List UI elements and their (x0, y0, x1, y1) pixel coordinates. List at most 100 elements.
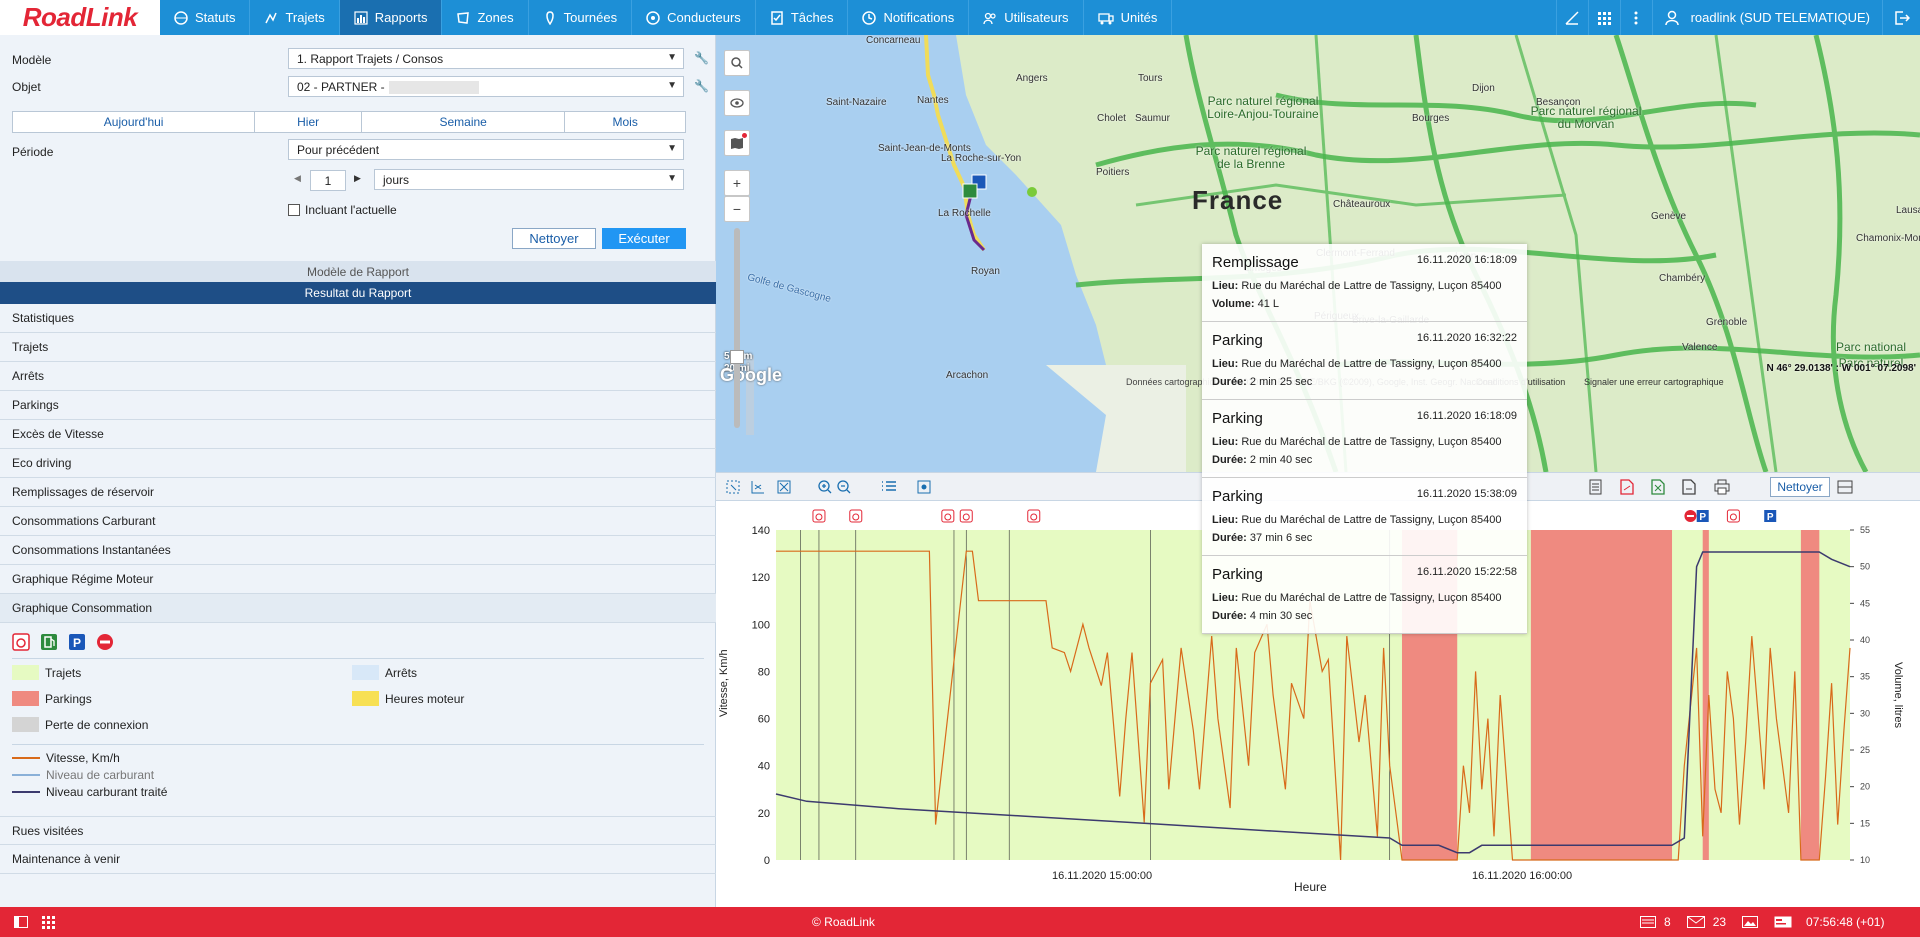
report-item[interactable]: Statistiques (0, 304, 716, 333)
tab-unites[interactable]: Unités (1084, 0, 1173, 35)
tab-conducteurs[interactable]: Conducteurs (632, 0, 756, 35)
y-tick-label: 120 (752, 572, 770, 584)
section-result[interactable]: Resultat du Rapport (0, 282, 716, 304)
y-tick-label: 60 (758, 714, 770, 726)
sidebar-toggle-icon[interactable] (14, 916, 28, 928)
popup-entry[interactable]: Parking 16.11.2020 16:32:22 Lieu: Rue du M… (1202, 322, 1527, 400)
report-item[interactable]: Arrêts (0, 362, 716, 391)
periode-select[interactable]: Pour précédent ▼ (288, 139, 684, 160)
map-report-link[interactable]: Signaler une erreur cartographique (1584, 377, 1724, 387)
legend-trajets: Trajets (45, 665, 82, 680)
modele-select[interactable]: 1. Rapport Trajets / Consos ▼ (288, 48, 684, 69)
report-item[interactable]: Consommations Carburant (0, 507, 716, 536)
section-model[interactable]: Modèle de Rapport (0, 261, 716, 282)
tab-taches[interactable]: Tâches (756, 0, 849, 35)
logout-icon[interactable] (1882, 0, 1920, 35)
increment-icon[interactable]: ▶ (354, 173, 361, 184)
tab-statuts[interactable]: Statuts (160, 0, 251, 35)
zoom-slider[interactable] (724, 228, 750, 428)
period-week-button[interactable]: Semaine (362, 112, 566, 132)
count-input[interactable]: 1 (310, 170, 346, 191)
chart-clear-button[interactable]: Nettoyer (1770, 477, 1830, 497)
parking-icon[interactable]: P (68, 633, 86, 651)
wrench-icon[interactable]: 🔧 (694, 51, 709, 65)
select-x-icon[interactable] (751, 481, 764, 494)
tab-rapports[interactable]: Rapports (339, 0, 443, 35)
report-icon[interactable] (1589, 479, 1602, 495)
image-icon[interactable] (1742, 916, 1759, 928)
tab-tournees[interactable]: Tournées (529, 0, 633, 35)
tab-zones[interactable]: Zones (442, 0, 529, 35)
fuel-drop-icon[interactable] (12, 633, 30, 651)
more-icon[interactable] (1619, 0, 1652, 35)
report-item[interactable]: Remplissages de réservoir (0, 478, 716, 507)
grid-icon[interactable] (1587, 0, 1620, 35)
mail-count: 23 (1712, 915, 1727, 929)
y2-tick-label: 55 (1860, 525, 1870, 535)
report-item[interactable]: Eco driving (0, 449, 716, 478)
report-item[interactable]: Graphique Régime Moteur (0, 565, 716, 594)
zoom-slider-handle[interactable] (730, 350, 744, 364)
split-view-icon[interactable] (1837, 480, 1853, 494)
popup-entry[interactable]: Parking 16.11.2020 15:38:09 Lieu: Rue du M… (1202, 478, 1527, 556)
card-icon[interactable] (1774, 916, 1792, 928)
tab-utilisateurs[interactable]: Utilisateurs (969, 0, 1084, 35)
popup-entry[interactable]: Parking 16.11.2020 16:18:09 Lieu: Rue du M… (1202, 400, 1527, 478)
zoom-out-chart-icon[interactable] (837, 480, 851, 494)
zoom-out-icon[interactable]: − (724, 196, 750, 222)
zoom-in-icon[interactable]: + (724, 170, 750, 196)
map-city-label: Arcachon (946, 370, 989, 381)
fuel-pump-icon[interactable] (40, 633, 58, 651)
clear-button[interactable]: Nettoyer (512, 228, 596, 249)
list-icon[interactable] (882, 481, 896, 491)
svg-text:P: P (73, 636, 81, 650)
tab-trajets[interactable]: Trajets (250, 0, 340, 35)
mail-icon[interactable] (1686, 916, 1705, 928)
inbox-icon[interactable] (1640, 916, 1656, 928)
report-item[interactable]: Parkings (0, 391, 716, 420)
map-search-icon[interactable] (724, 50, 750, 76)
export-icon[interactable] (1682, 479, 1696, 495)
no-entry-icon[interactable] (96, 633, 114, 651)
report-item[interactable]: Graphique Consommation (0, 594, 716, 623)
ruler-icon[interactable] (1555, 0, 1588, 35)
parking-marker-letter: P (1699, 512, 1706, 523)
objet-select[interactable]: 02 - PARTNER - ▼ (288, 76, 684, 97)
report-item[interactable]: Trajets (0, 333, 716, 362)
period-yesterday-button[interactable]: Hier (255, 112, 362, 132)
map-park-label: Parc national (1835, 340, 1907, 354)
legend-vitesse: Vitesse, Km/h (46, 751, 120, 765)
settings-icon[interactable] (917, 480, 931, 494)
include-checkbox[interactable] (288, 204, 300, 216)
execute-button[interactable]: Exécuter (602, 228, 686, 249)
apps-grid-icon[interactable] (42, 915, 55, 929)
select-area-icon[interactable] (726, 480, 740, 494)
inbox-count: 8 (1664, 915, 1671, 929)
user-menu[interactable]: roadlink (SUD TELEMATIQUE) (1651, 0, 1882, 35)
map-layers-icon[interactable] (724, 130, 750, 156)
fit-icon[interactable] (777, 480, 791, 494)
print-icon[interactable] (1714, 479, 1730, 495)
decrement-icon[interactable]: ◀ (294, 173, 301, 184)
wrench-icon[interactable]: 🔧 (694, 79, 709, 93)
period-month-button[interactable]: Mois (565, 112, 685, 132)
eye-icon[interactable] (724, 90, 750, 116)
entry-date: 16.11.2020 15:22:58 (1416, 566, 1517, 578)
report-item[interactable]: Rues visitées (0, 816, 716, 845)
popup-entry[interactable]: Parking 16.11.2020 15:22:58 Lieu: Rue du M… (1202, 556, 1527, 634)
popup-entry[interactable]: Remplissage 16.11.2020 16:18:09 Lieu: Rue … (1202, 244, 1527, 322)
excel-icon[interactable] (1651, 479, 1665, 495)
events-popup[interactable]: Remplissage 16.11.2020 16:18:09 Lieu: Rue … (1202, 244, 1527, 634)
lieu-value: Rue du Maréchal de Lattre de Tassigny, L… (1241, 514, 1502, 526)
x-axis-label: Heure (1294, 880, 1327, 894)
zoom-in-chart-icon[interactable] (818, 480, 832, 494)
unit-select[interactable]: jours ▼ (374, 169, 684, 190)
report-item[interactable]: Consommations Instantanées (0, 536, 716, 565)
extra-value: 4 min 30 sec (1249, 610, 1313, 622)
report-item[interactable]: Excès de Vitesse (0, 420, 716, 449)
period-today-button[interactable]: Aujourd'hui (13, 112, 256, 132)
pdf-icon[interactable] (1620, 479, 1634, 495)
tab-notifications[interactable]: Notifications (848, 0, 970, 35)
report-item[interactable]: Maintenance à venir (0, 845, 716, 874)
entry-title: Parking (1212, 488, 1263, 505)
